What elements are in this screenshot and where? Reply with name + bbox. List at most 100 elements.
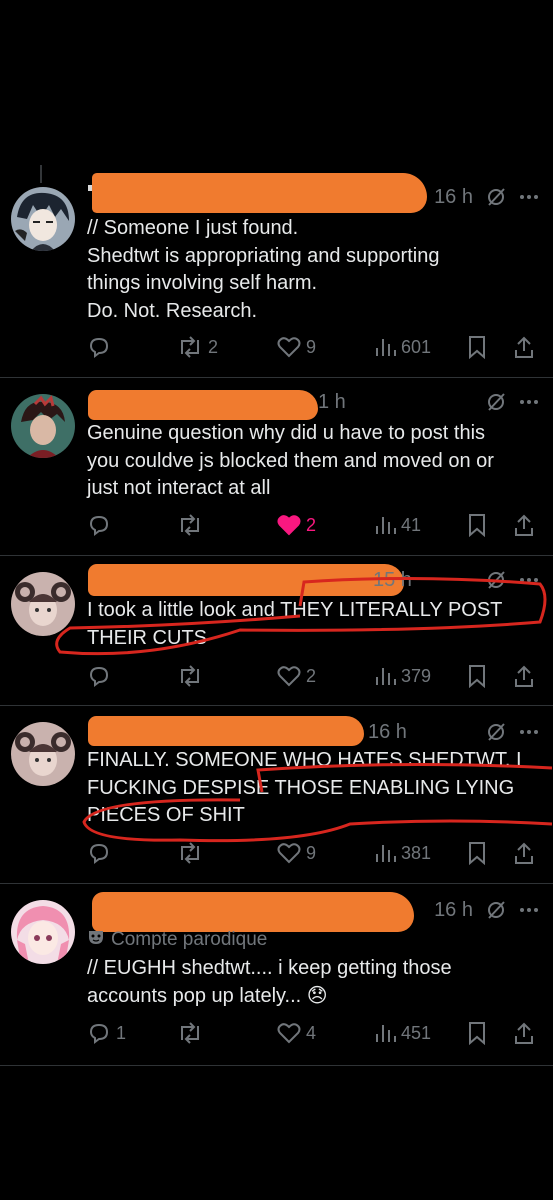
tweet-text: // EUGHH shedtwt.... i keep getting thos… <box>87 957 452 1007</box>
redaction-mark <box>88 716 364 746</box>
share-button[interactable] <box>513 335 535 359</box>
bookmark-icon <box>467 664 487 688</box>
parody-label: Compte parodique <box>87 928 267 952</box>
views-icon <box>374 337 396 357</box>
tweet-text: // Someone I just found. Shedtwt is appr… <box>87 217 440 322</box>
tweet-time: 16 h <box>368 720 407 744</box>
tweet-meta: 16 h <box>434 898 539 922</box>
repost-icon <box>177 336 203 358</box>
more-icon[interactable] <box>519 399 539 405</box>
repost-button[interactable] <box>177 514 208 536</box>
views-icon <box>374 843 396 863</box>
views-count: 41 <box>401 514 422 535</box>
share-icon <box>513 841 535 865</box>
views-button[interactable]: 379 <box>374 666 431 687</box>
reply-button[interactable] <box>87 841 116 865</box>
repost-button[interactable]: 2 <box>177 336 218 358</box>
reply-button[interactable] <box>87 335 116 359</box>
more-icon[interactable] <box>519 577 539 583</box>
bookmark-button[interactable] <box>467 841 487 865</box>
repost-icon <box>177 1022 203 1044</box>
parody-mask-icon <box>87 928 105 952</box>
share-icon <box>513 664 535 688</box>
tweet-menu <box>485 720 539 744</box>
reply-count: 1 <box>116 1022 127 1043</box>
avatar[interactable] <box>11 187 75 251</box>
like-button[interactable]: 2 <box>277 514 316 536</box>
reply-button[interactable] <box>87 664 116 688</box>
reply-icon <box>87 1021 111 1045</box>
share-button[interactable] <box>513 513 535 537</box>
like-button[interactable]: 9 <box>277 336 316 358</box>
repost-button[interactable] <box>177 1022 208 1044</box>
grok-icon[interactable] <box>485 569 507 591</box>
views-button[interactable]: 381 <box>374 843 431 864</box>
views-button[interactable]: 451 <box>374 1023 431 1044</box>
like-count: 9 <box>306 842 317 863</box>
redaction-mark <box>92 173 427 213</box>
like-count: 2 <box>306 665 317 686</box>
tweet-text: FINALLY. SOMEONE WHO HATES SHEDTWT. I FU… <box>87 749 522 826</box>
more-icon[interactable] <box>519 907 539 913</box>
tweet[interactable]: 15 h I took a little look and THEY LITER… <box>0 556 553 706</box>
share-button[interactable] <box>513 1021 535 1045</box>
reply-button[interactable] <box>87 513 116 537</box>
avatar[interactable] <box>11 572 75 636</box>
parody-label-text: Compte parodique <box>111 929 268 950</box>
views-button[interactable]: 41 <box>374 515 421 536</box>
avatar[interactable] <box>11 722 75 786</box>
tweet[interactable]: 1 h Genuine question why did u have to p… <box>0 378 553 556</box>
avatar[interactable] <box>11 900 75 964</box>
reply-icon <box>87 513 111 537</box>
reply-icon <box>87 335 111 359</box>
like-count: 4 <box>306 1022 317 1043</box>
tweet-meta: 16 h <box>434 185 539 209</box>
action-bar: 9 381 <box>87 839 539 867</box>
repost-button[interactable] <box>177 842 208 864</box>
views-button[interactable]: 601 <box>374 337 431 358</box>
timestamp[interactable]: 16 h <box>368 721 407 744</box>
share-icon <box>513 513 535 537</box>
reply-button[interactable]: 1 <box>87 1021 126 1045</box>
tweet[interactable]: 16 h Compte parodique // EUGHH shedtwt..… <box>0 884 553 1066</box>
action-bar: 2 41 <box>87 511 539 539</box>
redaction-mark <box>88 564 404 596</box>
bookmark-button[interactable] <box>467 513 487 537</box>
like-button[interactable]: 9 <box>277 842 316 864</box>
views-count: 601 <box>401 336 432 357</box>
share-button[interactable] <box>513 841 535 865</box>
tweet-text: I took a little look and THEY LITERALLY … <box>87 599 503 649</box>
bookmark-icon <box>467 335 487 359</box>
like-button[interactable]: 4 <box>277 1022 316 1044</box>
grok-icon[interactable] <box>485 391 507 413</box>
repost-icon <box>177 842 203 864</box>
grok-icon[interactable] <box>485 899 507 921</box>
repost-button[interactable] <box>177 665 208 687</box>
grok-icon[interactable] <box>485 721 507 743</box>
bookmark-button[interactable] <box>467 1021 487 1045</box>
heart-icon <box>277 514 301 536</box>
heart-icon <box>277 665 301 687</box>
like-button[interactable]: 2 <box>277 665 316 687</box>
timestamp[interactable]: 15 h <box>373 569 412 592</box>
timestamp[interactable]: 16 h <box>434 899 473 922</box>
share-button[interactable] <box>513 664 535 688</box>
tweet[interactable]: 16 h FINALLY. SOMEONE WHO HATES SHEDTWT.… <box>0 706 553 884</box>
grok-icon[interactable] <box>485 186 507 208</box>
reply-icon <box>87 841 111 865</box>
redaction-mark <box>92 892 414 932</box>
bookmark-button[interactable] <box>467 335 487 359</box>
bookmark-icon <box>467 1021 487 1045</box>
timestamp[interactable]: 16 h <box>434 186 473 209</box>
timestamp[interactable]: 1 h <box>318 391 346 414</box>
heart-icon <box>277 1022 301 1044</box>
redaction-mark <box>88 390 318 420</box>
more-icon[interactable] <box>519 194 539 200</box>
like-count: 2 <box>306 514 317 535</box>
bookmark-button[interactable] <box>467 664 487 688</box>
more-icon[interactable] <box>519 729 539 735</box>
tweet[interactable]: 16 h // Someone I just found. Shedtwt is… <box>0 165 553 378</box>
avatar[interactable] <box>11 394 75 458</box>
tweet-time: 15 h <box>373 568 412 592</box>
share-icon <box>513 335 535 359</box>
